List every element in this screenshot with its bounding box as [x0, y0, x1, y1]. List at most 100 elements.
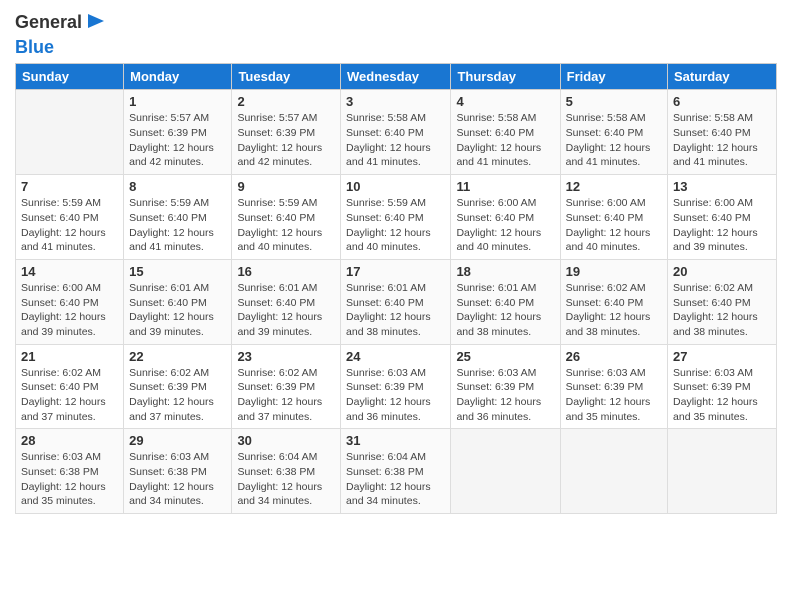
day-detail: Sunrise: 6:03 AMSunset: 6:39 PMDaylight:… — [456, 366, 554, 425]
day-number: 1 — [129, 94, 226, 109]
day-detail: Sunrise: 5:58 AMSunset: 6:40 PMDaylight:… — [456, 111, 554, 170]
day-number: 26 — [566, 349, 662, 364]
day-cell: 9 Sunrise: 5:59 AMSunset: 6:40 PMDaylight… — [232, 175, 341, 260]
day-detail: Sunrise: 6:01 AMSunset: 6:40 PMDaylight:… — [346, 281, 445, 340]
logo: General Blue — [15, 10, 106, 57]
day-detail: Sunrise: 5:59 AMSunset: 6:40 PMDaylight:… — [129, 196, 226, 255]
day-number: 24 — [346, 349, 445, 364]
day-cell: 12Sunrise: 6:00 AMSunset: 6:40 PMDayligh… — [560, 175, 667, 260]
day-cell: 14Sunrise: 6:00 AMSunset: 6:40 PMDayligh… — [16, 259, 124, 344]
day-cell — [451, 429, 560, 514]
day-cell: 29 Sunrise: 6:03 AMSunset: 6:38 PMDayligh… — [124, 429, 232, 514]
header: General Blue — [15, 10, 777, 57]
day-number: 12 — [566, 179, 662, 194]
day-cell — [16, 90, 124, 175]
day-detail: Sunrise: 6:03 AMSunset: 6:39 PMDaylight:… — [346, 366, 445, 425]
day-cell: 7 Sunrise: 5:59 AMSunset: 6:40 PMDaylight… — [16, 175, 124, 260]
logo-general: General — [15, 10, 106, 37]
day-number: 25 — [456, 349, 554, 364]
day-detail: Sunrise: 5:58 AMSunset: 6:40 PMDaylight:… — [673, 111, 771, 170]
day-cell: 25 Sunrise: 6:03 AMSunset: 6:39 PMDayligh… — [451, 344, 560, 429]
header-friday: Friday — [560, 64, 667, 90]
calendar-table: SundayMondayTuesdayWednesdayThursdayFrid… — [15, 63, 777, 514]
day-detail: Sunrise: 6:03 AMSunset: 6:38 PMDaylight:… — [21, 450, 118, 509]
day-detail: Sunrise: 6:04 AMSunset: 6:38 PMDaylight:… — [237, 450, 335, 509]
day-detail: Sunrise: 5:59 AMSunset: 6:40 PMDaylight:… — [237, 196, 335, 255]
day-cell: 13 Sunrise: 6:00 AMSunset: 6:40 PMDayligh… — [668, 175, 777, 260]
day-number: 9 — [237, 179, 335, 194]
day-cell — [668, 429, 777, 514]
week-row-1: 1 Sunrise: 5:57 AMSunset: 6:39 PMDaylight… — [16, 90, 777, 175]
day-cell: 2Sunrise: 5:57 AMSunset: 6:39 PMDaylight… — [232, 90, 341, 175]
week-row-2: 7 Sunrise: 5:59 AMSunset: 6:40 PMDaylight… — [16, 175, 777, 260]
day-detail: Sunrise: 5:59 AMSunset: 6:40 PMDaylight:… — [346, 196, 445, 255]
day-number: 11 — [456, 179, 554, 194]
week-row-3: 14Sunrise: 6:00 AMSunset: 6:40 PMDayligh… — [16, 259, 777, 344]
day-number: 22 — [129, 349, 226, 364]
page: General Blue SundayMondayTuesdayWednesda… — [0, 0, 792, 612]
day-cell: 11Sunrise: 6:00 AMSunset: 6:40 PMDayligh… — [451, 175, 560, 260]
day-number: 30 — [237, 433, 335, 448]
day-detail: Sunrise: 6:02 AMSunset: 6:39 PMDaylight:… — [129, 366, 226, 425]
day-number: 31 — [346, 433, 445, 448]
day-detail: Sunrise: 6:01 AMSunset: 6:40 PMDaylight:… — [129, 281, 226, 340]
day-number: 14 — [21, 264, 118, 279]
day-number: 23 — [237, 349, 335, 364]
day-cell: 3Sunrise: 5:58 AMSunset: 6:40 PMDaylight… — [341, 90, 451, 175]
day-detail: Sunrise: 6:02 AMSunset: 6:40 PMDaylight:… — [21, 366, 118, 425]
day-detail: Sunrise: 5:59 AMSunset: 6:40 PMDaylight:… — [21, 196, 118, 255]
calendar-header-row: SundayMondayTuesdayWednesdayThursdayFrid… — [16, 64, 777, 90]
day-number: 15 — [129, 264, 226, 279]
day-cell: 19 Sunrise: 6:02 AMSunset: 6:40 PMDayligh… — [560, 259, 667, 344]
day-number: 10 — [346, 179, 445, 194]
day-number: 7 — [21, 179, 118, 194]
day-cell: 27 Sunrise: 6:03 AMSunset: 6:39 PMDayligh… — [668, 344, 777, 429]
day-cell: 28 Sunrise: 6:03 AMSunset: 6:38 PMDayligh… — [16, 429, 124, 514]
day-number: 16 — [237, 264, 335, 279]
day-number: 21 — [21, 349, 118, 364]
day-detail: Sunrise: 6:01 AMSunset: 6:40 PMDaylight:… — [456, 281, 554, 340]
day-detail: Sunrise: 5:58 AMSunset: 6:40 PMDaylight:… — [566, 111, 662, 170]
day-number: 20 — [673, 264, 771, 279]
day-detail: Sunrise: 6:02 AMSunset: 6:40 PMDaylight:… — [566, 281, 662, 340]
day-cell: 17 Sunrise: 6:01 AMSunset: 6:40 PMDayligh… — [341, 259, 451, 344]
day-detail: Sunrise: 6:04 AMSunset: 6:38 PMDaylight:… — [346, 450, 445, 509]
header-thursday: Thursday — [451, 64, 560, 90]
day-cell: 5 Sunrise: 5:58 AMSunset: 6:40 PMDaylight… — [560, 90, 667, 175]
day-number: 13 — [673, 179, 771, 194]
day-number: 29 — [129, 433, 226, 448]
header-saturday: Saturday — [668, 64, 777, 90]
day-number: 3 — [346, 94, 445, 109]
day-cell: 26 Sunrise: 6:03 AMSunset: 6:39 PMDayligh… — [560, 344, 667, 429]
day-cell: 4 Sunrise: 5:58 AMSunset: 6:40 PMDaylight… — [451, 90, 560, 175]
day-detail: Sunrise: 6:02 AMSunset: 6:39 PMDaylight:… — [237, 366, 335, 425]
header-wednesday: Wednesday — [341, 64, 451, 90]
day-cell — [560, 429, 667, 514]
day-detail: Sunrise: 6:03 AMSunset: 6:39 PMDaylight:… — [566, 366, 662, 425]
week-row-4: 21 Sunrise: 6:02 AMSunset: 6:40 PMDayligh… — [16, 344, 777, 429]
day-detail: Sunrise: 6:03 AMSunset: 6:39 PMDaylight:… — [673, 366, 771, 425]
day-detail: Sunrise: 6:03 AMSunset: 6:38 PMDaylight:… — [129, 450, 226, 509]
day-detail: Sunrise: 6:00 AMSunset: 6:40 PMDaylight:… — [673, 196, 771, 255]
header-sunday: Sunday — [16, 64, 124, 90]
day-number: 27 — [673, 349, 771, 364]
logo-icon — [84, 10, 106, 32]
day-cell: 20 Sunrise: 6:02 AMSunset: 6:40 PMDayligh… — [668, 259, 777, 344]
day-cell: 30 Sunrise: 6:04 AMSunset: 6:38 PMDayligh… — [232, 429, 341, 514]
header-monday: Monday — [124, 64, 232, 90]
day-cell: 31 Sunrise: 6:04 AMSunset: 6:38 PMDayligh… — [341, 429, 451, 514]
day-number: 4 — [456, 94, 554, 109]
day-detail: Sunrise: 6:02 AMSunset: 6:40 PMDaylight:… — [673, 281, 771, 340]
day-detail: Sunrise: 5:57 AMSunset: 6:39 PMDaylight:… — [129, 111, 226, 170]
day-number: 17 — [346, 264, 445, 279]
header-tuesday: Tuesday — [232, 64, 341, 90]
day-detail: Sunrise: 6:01 AMSunset: 6:40 PMDaylight:… — [237, 281, 335, 340]
day-cell: 1 Sunrise: 5:57 AMSunset: 6:39 PMDaylight… — [124, 90, 232, 175]
day-detail: Sunrise: 5:57 AMSunset: 6:39 PMDaylight:… — [237, 111, 335, 170]
day-number: 5 — [566, 94, 662, 109]
day-number: 8 — [129, 179, 226, 194]
day-number: 18 — [456, 264, 554, 279]
day-number: 28 — [21, 433, 118, 448]
day-cell: 16 Sunrise: 6:01 AMSunset: 6:40 PMDayligh… — [232, 259, 341, 344]
day-number: 19 — [566, 264, 662, 279]
